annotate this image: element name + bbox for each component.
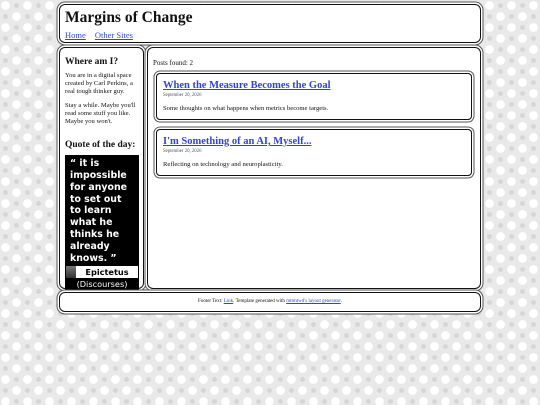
post-card: When the Measure Becomes the Goal Septem… — [156, 73, 472, 120]
footer-prefix: Footer Text: — [198, 299, 224, 304]
quote-image: “ it is impossible for anyone to set out… — [65, 155, 139, 292]
footer-generator-link[interactable]: mttmtwd's layout generator — [286, 299, 341, 304]
site-header: Margins of Change Home Other Sites — [59, 4, 481, 43]
post-card: I'm Something of an AI, Myself... Septem… — [156, 129, 472, 176]
author-portrait — [66, 266, 76, 279]
post-title-link[interactable]: I'm Something of an AI, Myself... — [163, 136, 465, 147]
posts-count: Posts found: 2 — [153, 59, 194, 67]
quote-text: “ it is impossible for anyone to set out… — [70, 158, 127, 264]
quote-source: (Discourses) — [76, 279, 128, 290]
main-content: Posts found: 2 When the Measure Becomes … — [147, 47, 481, 289]
site-title: Margins of Change — [65, 9, 193, 26]
site-footer: Footer Text: Link. Template generated wi… — [59, 292, 481, 312]
nav-other-sites-link[interactable]: Other Sites — [95, 30, 133, 40]
quote-attribution: Epictetus — [65, 266, 139, 279]
post-summary: Reflecting on technology and neuroplasti… — [163, 161, 283, 168]
sidebar: Where am I? You are in a digital space c… — [59, 47, 144, 292]
footer-link[interactable]: Link — [224, 299, 233, 304]
quote-author: Epictetus — [85, 267, 129, 278]
footer-suffix: . — [340, 299, 342, 304]
post-title-link[interactable]: When the Measure Becomes the Goal — [163, 80, 465, 91]
about-heading: Where am I? — [65, 57, 119, 67]
main-nav: Home Other Sites — [65, 30, 475, 40]
about-paragraph-1: You are in a digital space created by Ca… — [65, 72, 133, 96]
post-date: September 20, 2026 — [163, 149, 202, 154]
nav-home-link[interactable]: Home — [65, 30, 86, 40]
quote-heading: Quote of the day: — [65, 140, 136, 151]
footer-middle: . Template generated with — [233, 299, 287, 304]
about-paragraph-2: Stay a while. Maybe you'll read some stu… — [65, 101, 136, 126]
post-summary: Some thoughts on what happens when metri… — [163, 105, 329, 112]
post-date: September 20, 2026 — [163, 93, 202, 98]
